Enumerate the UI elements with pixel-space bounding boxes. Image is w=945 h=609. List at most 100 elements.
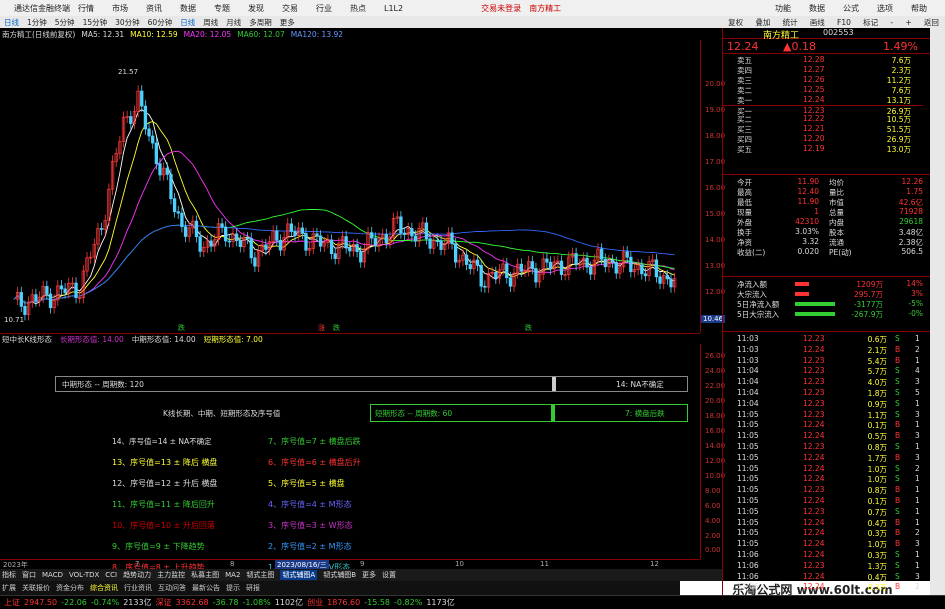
tool-stats[interactable]: 统计 xyxy=(783,17,798,28)
menu-item[interactable]: 发现 xyxy=(248,3,264,14)
flow-pct: -5% xyxy=(908,299,923,308)
tick-price: 12.23 xyxy=(803,377,825,387)
period-month[interactable]: 月线 xyxy=(222,17,245,28)
tick-list[interactable]: 11:03 12.23 0.6万 S 1 11:03 12.24 2.1万 B 2 11:03 12.… xyxy=(723,331,930,595)
tick-time: 11:06 xyxy=(737,550,759,559)
tick-row: 11:05 12.23 0.8万 B 1 xyxy=(723,485,923,495)
candle-body xyxy=(333,253,337,259)
orderbook-row[interactable]: 卖三 12.26 11.2万 xyxy=(723,75,923,85)
tool-draw[interactable]: 画线 xyxy=(810,17,825,28)
tab-fund[interactable]: 资金分布 xyxy=(56,583,84,593)
orderbook-row[interactable]: 卖四 12.27 2.3万 xyxy=(723,65,923,75)
menu-item[interactable]: 热点 xyxy=(350,3,366,14)
tool-mark[interactable]: 标记 xyxy=(863,17,878,28)
cy-label[interactable]: 创业 xyxy=(307,597,323,608)
candle-body xyxy=(450,232,454,245)
sh-label[interactable]: 上证 xyxy=(4,597,20,608)
menu-options[interactable]: 选项 xyxy=(877,3,893,14)
tab-indicator[interactable]: 指标 xyxy=(2,570,16,580)
sz-label[interactable]: 深证 xyxy=(156,597,172,608)
tab-extend[interactable]: 扩展 xyxy=(2,583,16,593)
tab-monitor[interactable]: 主力监控 xyxy=(157,570,185,580)
menu-data[interactable]: 数据 xyxy=(809,3,825,14)
kline-chart[interactable]: 21.57 10.71 跌 涨 跌 跌 xyxy=(0,40,700,333)
orderbook-row[interactable]: 买五 12.19 13.0万 xyxy=(723,144,923,154)
tab-tips[interactable]: 提示 xyxy=(226,583,240,593)
period-more[interactable]: 更多 xyxy=(276,17,299,28)
tab-main-chart[interactable]: 韧式主图 xyxy=(246,570,274,580)
orderbook-row[interactable]: 买一 12.23 26.9万 xyxy=(723,104,923,116)
orderbook-row[interactable]: 买三 12.21 51.5万 xyxy=(723,124,923,134)
tab-related[interactable]: 关联报价 xyxy=(22,583,50,593)
tick-price: 12.24 xyxy=(803,550,825,559)
menu-item[interactable]: 市场 xyxy=(112,3,128,14)
tab-sub-a[interactable]: 韧式辅图A xyxy=(280,570,318,580)
flow-bar xyxy=(795,292,809,296)
tick-row: 11:03 12.23 0.6万 S 1 xyxy=(723,334,923,344)
indicator-title[interactable]: 短中长K线形态 xyxy=(2,334,52,345)
tick-row: 11:05 12.24 1.0万 S 2 xyxy=(723,464,923,474)
tool-zoom-out[interactable]: - xyxy=(890,18,893,27)
menu-item[interactable]: 资讯 xyxy=(146,3,162,14)
menu-item[interactable]: 行业 xyxy=(316,3,332,14)
tab-notice[interactable]: 最新公告 xyxy=(192,583,220,593)
orderbook-row[interactable]: 卖五 12.28 7.6万 xyxy=(723,55,923,65)
tool-overlay[interactable]: 叠加 xyxy=(755,17,770,28)
period-day-selected[interactable]: 日线 xyxy=(0,17,23,28)
period-5min[interactable]: 5分钟 xyxy=(51,17,79,28)
menu-item[interactable]: 行情 xyxy=(78,3,94,14)
x-tick: 9 xyxy=(360,560,365,568)
period-multi[interactable]: 多周期 xyxy=(245,17,276,28)
flow-row: 净流入额 1209万 14% xyxy=(723,279,923,289)
period-day[interactable]: 日线 xyxy=(176,17,199,28)
menu-item[interactable]: 交易 xyxy=(282,3,298,14)
tool-back[interactable]: 返回 xyxy=(924,17,939,28)
tab-sub-b[interactable]: 韧式辅图B xyxy=(323,570,356,580)
ob-level: 买五 xyxy=(737,145,752,155)
login-status[interactable]: 交易未登录 xyxy=(481,3,521,14)
period-1min[interactable]: 1分钟 xyxy=(23,17,51,28)
candle-body xyxy=(574,253,578,266)
tab-settings[interactable]: 设置 xyxy=(382,570,396,580)
menu-item[interactable]: 数据 xyxy=(180,3,196,14)
tab-more[interactable]: 更多 xyxy=(362,570,376,580)
candle-body xyxy=(227,240,232,243)
menu-item[interactable]: L1L2 xyxy=(384,4,403,13)
quote-panel: 南方精工 002553 12.24 ▲0.18 1.49% 卖五 12.28 7.6… xyxy=(722,28,930,595)
tab-research[interactable]: 研报 xyxy=(246,583,260,593)
period-60min[interactable]: 60分钟 xyxy=(144,17,177,28)
period-week[interactable]: 周线 xyxy=(199,17,222,28)
legend-item: 4、序号值=4 ± M形态 xyxy=(268,500,352,509)
stat-row: 最高 12.40 量比 1.75 xyxy=(723,187,923,197)
tab-news[interactable]: 综合资讯 xyxy=(90,583,118,593)
y2-tick: 6.00 xyxy=(705,502,721,510)
tab-macd[interactable]: MACD xyxy=(42,571,63,579)
tab-cci[interactable]: CCI xyxy=(105,571,117,579)
tab-industry[interactable]: 行业资讯 xyxy=(124,583,152,593)
candle-body xyxy=(293,231,297,236)
tab-trend[interactable]: 趋势动力 xyxy=(123,570,151,580)
candle-body xyxy=(209,240,213,247)
orderbook-row[interactable]: 卖二 12.25 7.6万 xyxy=(723,85,923,95)
orderbook-row[interactable]: 买二 12.22 10.5万 xyxy=(723,114,923,124)
menu-formula[interactable]: 公式 xyxy=(843,3,859,14)
tab-vol[interactable]: VOL-TDX xyxy=(69,571,99,579)
orderbook-row[interactable]: 买四 12.20 26.9万 xyxy=(723,134,923,144)
orderbook-row[interactable]: 卖一 12.24 13.1万 xyxy=(723,95,923,105)
tool-zoom-in[interactable]: + xyxy=(905,18,911,27)
tab-private[interactable]: 私募主图 xyxy=(191,570,219,580)
tab-qa[interactable]: 互动问答 xyxy=(158,583,186,593)
period-30min[interactable]: 30分钟 xyxy=(111,17,144,28)
menu-help[interactable]: 帮助 xyxy=(911,3,927,14)
tool-f10[interactable]: F10 xyxy=(837,18,851,27)
period-15min[interactable]: 15分钟 xyxy=(79,17,112,28)
candle-body xyxy=(468,264,472,270)
candle-body xyxy=(74,282,78,298)
tab-window[interactable]: 窗口 xyxy=(22,570,36,580)
menu-item[interactable]: 专题 xyxy=(214,3,230,14)
right-sidebar[interactable] xyxy=(930,28,945,595)
tab-ma2[interactable]: MA2 xyxy=(225,571,240,579)
menu-function[interactable]: 功能 xyxy=(775,3,791,14)
tick-row: 11:06 12.23 1.3万 S 1 xyxy=(723,561,923,571)
tool-adjust[interactable]: 复权 xyxy=(728,17,743,28)
